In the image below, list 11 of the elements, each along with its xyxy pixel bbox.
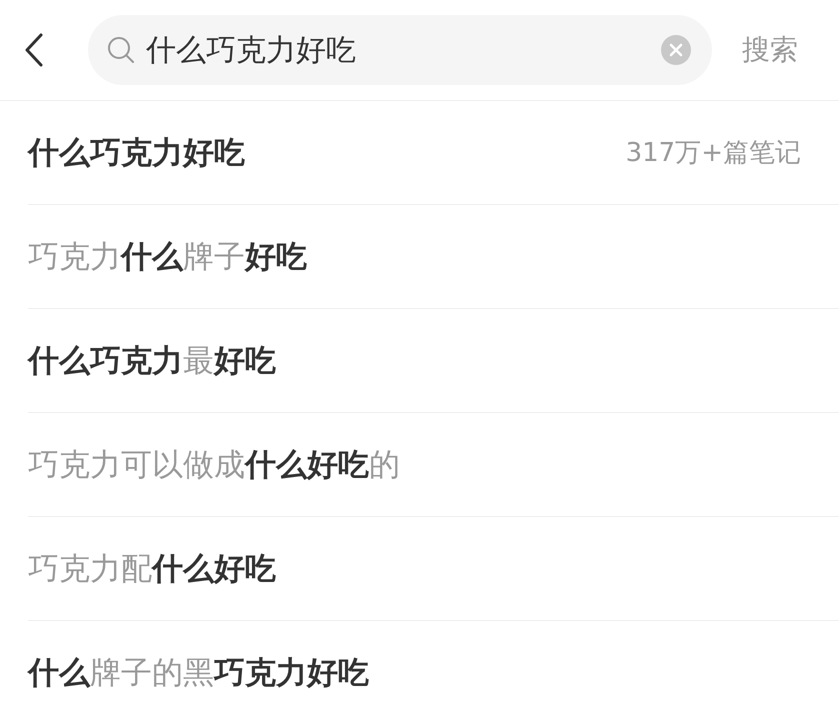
suggestion-item[interactable]: 巧克力配什么好吃 <box>28 548 276 590</box>
back-icon[interactable] <box>24 33 44 67</box>
search-input[interactable]: 什么巧克力好吃 <box>146 32 650 68</box>
search-icon <box>106 35 136 65</box>
suggestion-item[interactable]: 巧克力可以做成什么好吃的 <box>28 444 400 486</box>
suggestion-item[interactable]: 什么巧克力好吃 <box>28 132 245 174</box>
suggestion-item[interactable]: 什么牌子的黑巧克力好吃 <box>28 652 369 694</box>
note-count: 317万+篇笔记 <box>626 137 801 170</box>
suggestion-item[interactable]: 什么巧克力最好吃 <box>28 340 276 382</box>
search-field[interactable]: 什么巧克力好吃 <box>88 15 712 85</box>
suggestion-item[interactable]: 巧克力什么牌子好吃 <box>28 236 307 278</box>
